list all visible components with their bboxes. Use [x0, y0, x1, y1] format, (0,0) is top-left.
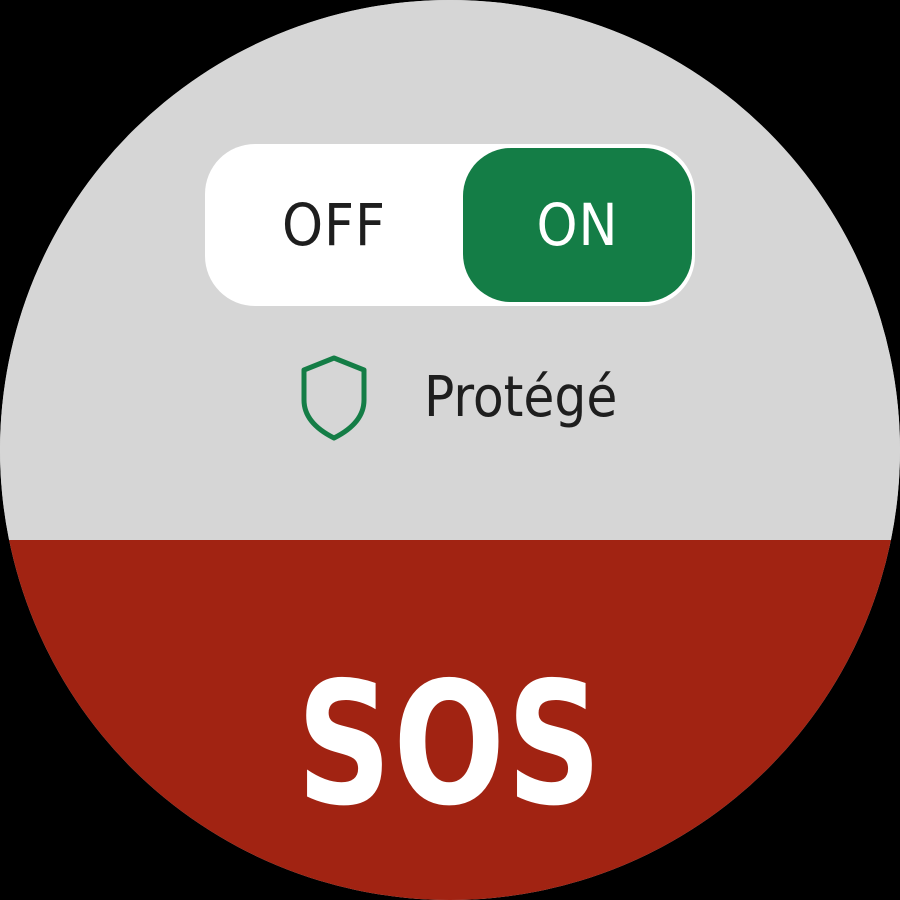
status-label: Protégé: [424, 365, 618, 430]
toggle-on-option[interactable]: ON: [463, 148, 692, 302]
toggle-off-option[interactable]: OFF: [205, 144, 463, 306]
sos-label: SOS: [296, 646, 604, 844]
protection-toggle[interactable]: OFF ON: [205, 144, 695, 306]
shield-icon: [301, 355, 367, 441]
watch-face: OFF ON Protégé SOS: [0, 0, 900, 900]
sos-button[interactable]: SOS: [0, 540, 900, 900]
protection-status: Protégé: [298, 352, 617, 444]
status-panel: OFF ON Protégé: [0, 0, 900, 540]
